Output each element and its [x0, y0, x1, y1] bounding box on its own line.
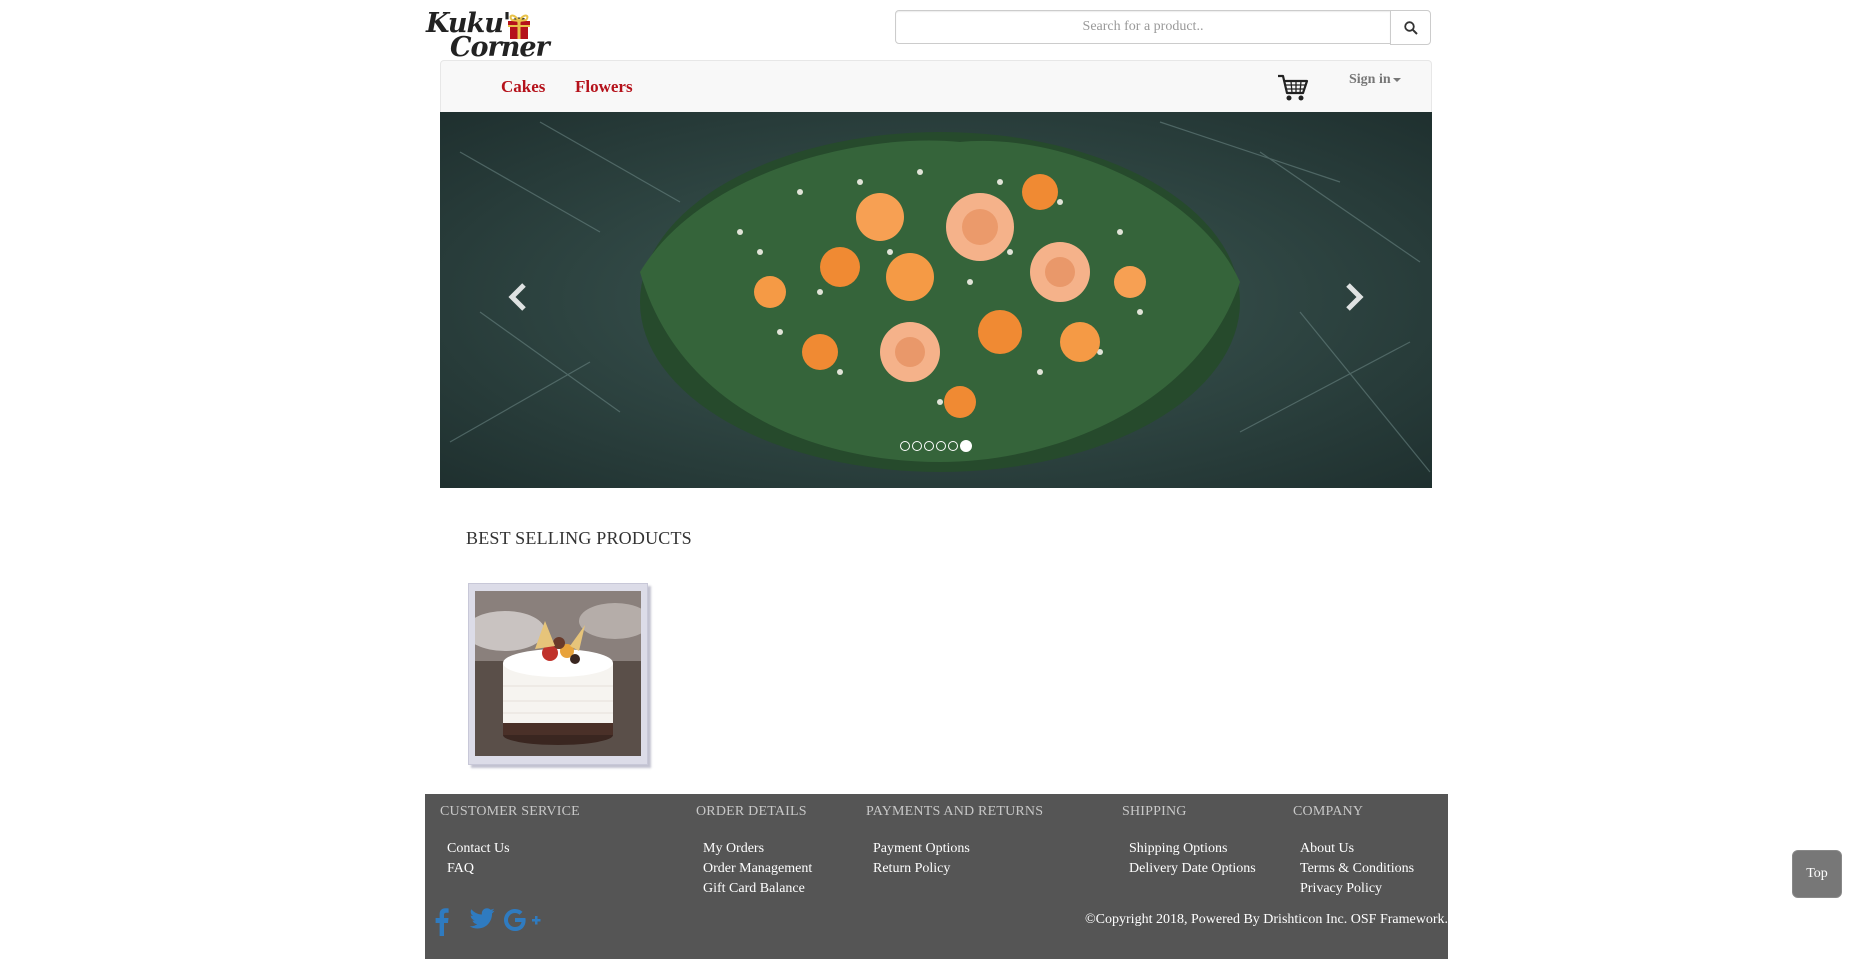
footer-link-contact-us[interactable]: Contact Us	[447, 839, 580, 859]
carousel-next-button[interactable]	[1334, 272, 1374, 322]
main-navbar: Cakes Flowers Sign in	[440, 60, 1432, 112]
footer-column-payments-returns: PAYMENTS AND RETURNS Payment Options Ret…	[866, 804, 1043, 879]
search-button[interactable]	[1390, 10, 1431, 45]
footer-column-order-details: ORDER DETAILS My Orders Order Management…	[696, 804, 812, 899]
footer-column-company: COMPANY About Us Terms & Conditions Priv…	[1293, 804, 1414, 899]
carousel-slide-image	[440, 112, 1432, 488]
footer-link-return-policy[interactable]: Return Policy	[873, 859, 1043, 879]
brand-logo[interactable]: Kuku's Corner	[424, 6, 550, 63]
gift-icon	[508, 14, 530, 39]
site-footer: CUSTOMER SERVICE Contact Us FAQ ORDER DE…	[425, 794, 1448, 959]
carousel-prev-button[interactable]	[498, 272, 538, 322]
chevron-left-icon	[508, 283, 526, 311]
sign-in-label: Sign in	[1349, 72, 1391, 87]
chevron-right-icon	[1346, 283, 1364, 311]
nav-item-cakes[interactable]: Cakes	[501, 77, 545, 97]
caret-down-icon	[1392, 77, 1401, 82]
carousel-indicator[interactable]	[924, 441, 934, 451]
footer-link-faq[interactable]: FAQ	[447, 859, 580, 879]
search-icon	[1403, 20, 1418, 35]
copyright-text: ©Copyright 2018, Powered By Drishticon I…	[1085, 912, 1448, 927]
footer-heading: COMPANY	[1293, 804, 1364, 819]
carousel-indicator[interactable]	[936, 441, 946, 451]
carousel-indicator[interactable]	[900, 441, 910, 451]
back-to-top-button[interactable]: Top	[1792, 850, 1842, 898]
footer-link-delivery-date-options[interactable]: Delivery Date Options	[1129, 859, 1256, 879]
footer-link-terms-conditions[interactable]: Terms & Conditions	[1300, 859, 1414, 879]
footer-link-shipping-options[interactable]: Shipping Options	[1129, 839, 1256, 859]
shopping-cart-icon[interactable]	[1277, 73, 1309, 103]
footer-link-gift-card-balance[interactable]: Gift Card Balance	[703, 879, 812, 899]
brand-name-line2: Corner	[450, 32, 550, 63]
footer-heading: SHIPPING	[1122, 804, 1187, 819]
footer-heading: PAYMENTS AND RETURNS	[866, 804, 1044, 819]
footer-link-payment-options[interactable]: Payment Options	[873, 839, 1043, 859]
footer-column-shipping: SHIPPING Shipping Options Delivery Date …	[1122, 804, 1256, 879]
footer-heading: ORDER DETAILS	[696, 804, 807, 819]
twitter-icon[interactable]	[469, 908, 495, 930]
footer-heading: CUSTOMER SERVICE	[440, 804, 580, 819]
best-selling-heading: BEST SELLING PRODUCTS	[466, 528, 692, 548]
product-card[interactable]	[468, 583, 648, 765]
search-input[interactable]	[895, 10, 1391, 44]
hero-carousel	[440, 112, 1432, 488]
product-image	[475, 591, 641, 756]
facebook-icon[interactable]	[435, 908, 449, 936]
footer-link-about-us[interactable]: About Us	[1300, 839, 1414, 859]
footer-link-privacy-policy[interactable]: Privacy Policy	[1300, 879, 1414, 899]
carousel-indicator-active[interactable]	[960, 440, 972, 452]
footer-link-order-management[interactable]: Order Management	[703, 859, 812, 879]
carousel-indicator[interactable]	[948, 441, 958, 451]
google-plus-icon[interactable]	[504, 908, 542, 932]
carousel-indicator[interactable]	[912, 441, 922, 451]
sign-in-dropdown[interactable]: Sign in	[1349, 72, 1401, 88]
footer-link-my-orders[interactable]: My Orders	[703, 839, 812, 859]
carousel-indicators	[900, 440, 972, 452]
footer-column-customer-service: CUSTOMER SERVICE Contact Us FAQ	[440, 804, 580, 879]
nav-item-flowers[interactable]: Flowers	[575, 77, 633, 97]
